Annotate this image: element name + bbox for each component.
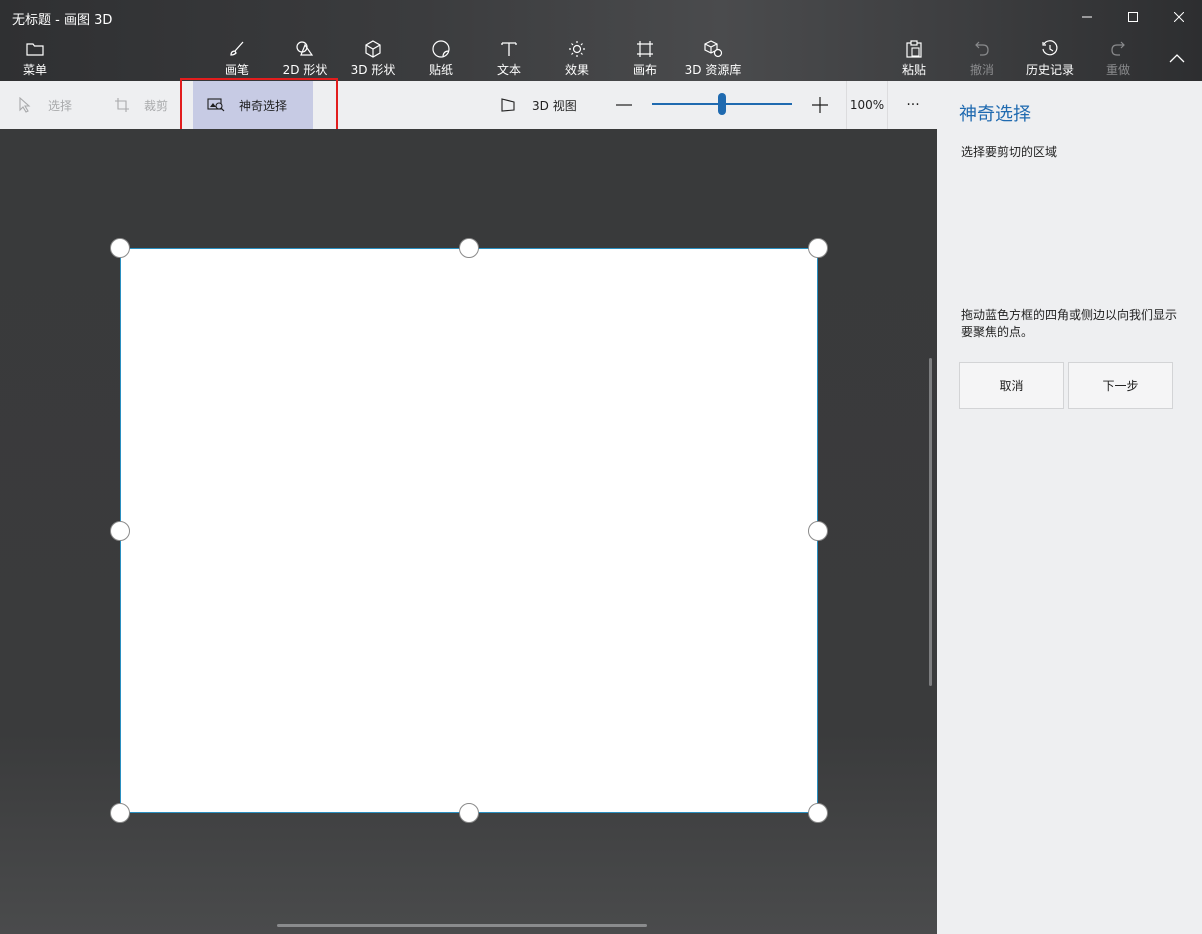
3d-view-label: 3D 视图 — [532, 98, 577, 113]
zoom-out-button[interactable] — [616, 81, 632, 129]
minimize-button[interactable] — [1064, 0, 1110, 34]
maximize-button[interactable] — [1110, 0, 1156, 34]
tool-label: 3D 形状 — [350, 63, 396, 77]
tool-stickers[interactable]: 贴纸 — [409, 38, 473, 78]
selection-handle-top[interactable] — [459, 238, 479, 258]
text-icon — [501, 42, 517, 56]
selection-handle-top-left[interactable] — [110, 238, 130, 258]
zoom-percent[interactable]: 100% — [846, 81, 888, 129]
history-button[interactable]: 历史记录 — [1018, 38, 1082, 78]
stickers-icon — [432, 40, 450, 58]
zoom-slider-thumb[interactable] — [718, 93, 726, 115]
history-label: 历史记录 — [1025, 63, 1074, 77]
window-title: 无标题 - 画图 3D — [12, 13, 113, 28]
redo-icon — [1111, 41, 1125, 56]
tool-3d-library[interactable]: 3D 资源库 — [681, 38, 745, 78]
plus-icon — [812, 97, 828, 113]
tool-label: 3D 资源库 — [684, 63, 742, 77]
tool-3d-shapes[interactable]: 3D 形状 — [341, 38, 405, 78]
selection-handle-top-right[interactable] — [808, 238, 828, 258]
collapse-toolbar-button[interactable] — [1154, 40, 1200, 76]
minus-icon — [616, 104, 632, 106]
crop-label: 裁剪 — [144, 98, 169, 113]
paste-icon — [906, 40, 922, 58]
3d-view-button[interactable]: 3D 视图 — [500, 81, 577, 129]
3d-view-icon — [501, 98, 515, 112]
canvas-icon — [637, 41, 653, 57]
tool-label: 效果 — [564, 63, 589, 77]
tool-label: 画笔 — [224, 63, 249, 77]
brush-icon — [230, 41, 244, 56]
paste-button[interactable]: 粘贴 — [882, 38, 946, 78]
minimize-icon — [1082, 16, 1092, 18]
select-label: 选择 — [48, 98, 73, 113]
tool-options-bar: 选择 裁剪 神奇选择 3D 视图 ··· — [0, 81, 937, 129]
tool-canvas[interactable]: 画布 — [613, 38, 677, 78]
paste-label: 粘贴 — [901, 63, 926, 77]
history-icon — [1042, 40, 1058, 56]
crop-button[interactable]: 裁剪 — [114, 81, 168, 129]
folder-icon — [26, 43, 44, 56]
menu-label: 菜单 — [22, 63, 47, 77]
cancel-button[interactable]: 取消 — [959, 362, 1064, 409]
3d-shapes-icon — [365, 40, 381, 58]
tool-label: 画布 — [632, 63, 657, 77]
select-cursor-icon — [19, 97, 31, 113]
chevron-up-icon — [1169, 54, 1185, 63]
more-options-button[interactable]: ··· — [900, 81, 926, 129]
crop-icon — [115, 98, 129, 112]
app-toolbar: 无标题 - 画图 3D 菜单 画笔 2D 形状 3D 形状 贴纸 文本 效果 画… — [0, 0, 1202, 81]
next-button[interactable]: 下一步 — [1068, 362, 1173, 409]
selection-handle-bottom-right[interactable] — [808, 803, 828, 823]
tool-effects[interactable]: 效果 — [545, 38, 609, 78]
selection-handle-left[interactable] — [110, 521, 130, 541]
drawing-canvas[interactable] — [120, 248, 818, 813]
undo-icon — [975, 41, 989, 56]
tool-label: 2D 形状 — [282, 63, 328, 77]
tool-brushes[interactable]: 画笔 — [205, 38, 269, 78]
menu-button[interactable]: 菜单 — [3, 38, 67, 78]
selection-handle-bottom-left[interactable] — [110, 803, 130, 823]
horizontal-scrollbar[interactable] — [277, 924, 647, 927]
tool-label: 文本 — [496, 63, 521, 77]
panel-title: 神奇选择 — [959, 104, 1031, 125]
vertical-scrollbar[interactable] — [929, 358, 932, 686]
effects-icon — [569, 41, 585, 57]
redo-button[interactable]: 重做 — [1086, 38, 1150, 78]
3d-library-icon — [704, 40, 723, 58]
2d-shapes-icon — [296, 41, 314, 56]
panel-hint: 拖动蓝色方框的四角或侧边以向我们显示要聚焦的点。 — [961, 308, 1178, 339]
selection-handle-bottom[interactable] — [459, 803, 479, 823]
panel-subtitle: 选择要剪切的区域 — [961, 145, 1058, 159]
redo-label: 重做 — [1105, 63, 1130, 77]
undo-label: 撤消 — [969, 63, 994, 77]
undo-button[interactable]: 撤消 — [950, 38, 1014, 78]
select-button[interactable]: 选择 — [18, 81, 72, 129]
tool-text[interactable]: 文本 — [477, 38, 541, 78]
maximize-icon — [1128, 12, 1138, 22]
magic-select-panel: 神奇选择 选择要剪切的区域 拖动蓝色方框的四角或侧边以向我们显示要聚焦的点。 取… — [937, 81, 1202, 934]
close-button[interactable] — [1156, 0, 1202, 34]
selection-handle-right[interactable] — [808, 521, 828, 541]
zoom-in-button[interactable] — [812, 81, 828, 129]
annotation-highlight-box — [180, 78, 338, 133]
tool-2d-shapes[interactable]: 2D 形状 — [273, 38, 337, 78]
tool-label: 贴纸 — [428, 63, 453, 77]
close-icon — [1174, 12, 1184, 22]
